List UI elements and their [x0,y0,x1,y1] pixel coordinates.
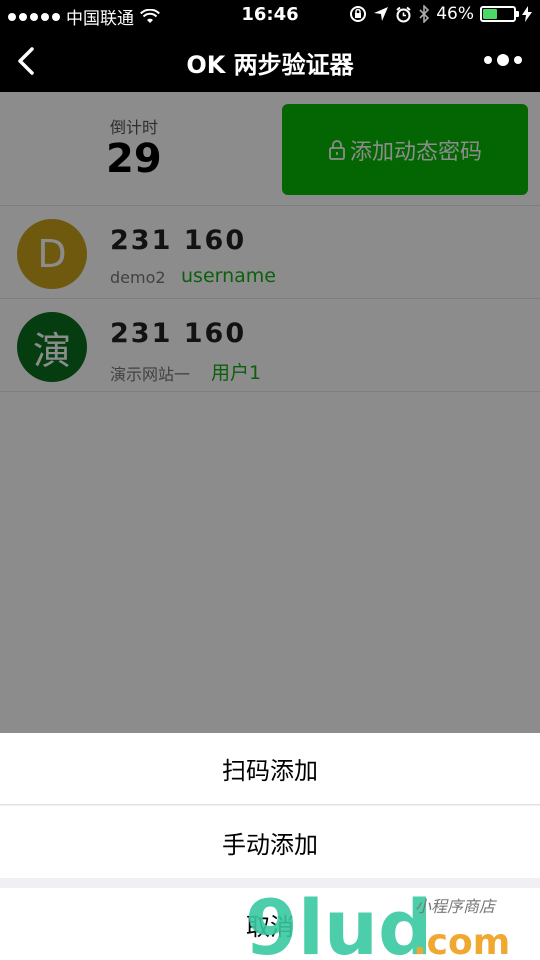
charging-icon [522,6,532,22]
battery-fill [483,9,497,19]
more-options-icon[interactable] [484,54,522,66]
bluetooth-icon [419,5,430,23]
battery-icon [480,6,519,22]
battery-percent: 46% [436,4,474,24]
rotation-lock-icon [350,6,367,22]
manual-add-option[interactable]: 手动添加 [0,806,540,878]
scan-add-option[interactable]: 扫码添加 [0,733,540,805]
alarm-icon [396,6,411,22]
location-icon [374,7,389,21]
cancel-option[interactable]: 取消 [0,888,540,960]
navigation-bar: OK 两步验证器 [0,30,540,92]
status-bar: 中国联通 16:46 46% [0,0,540,30]
status-right: 46% [349,4,532,24]
page-title: OK 两步验证器 [186,51,354,79]
action-sheet: 扫码添加 手动添加 取消 [0,733,540,960]
